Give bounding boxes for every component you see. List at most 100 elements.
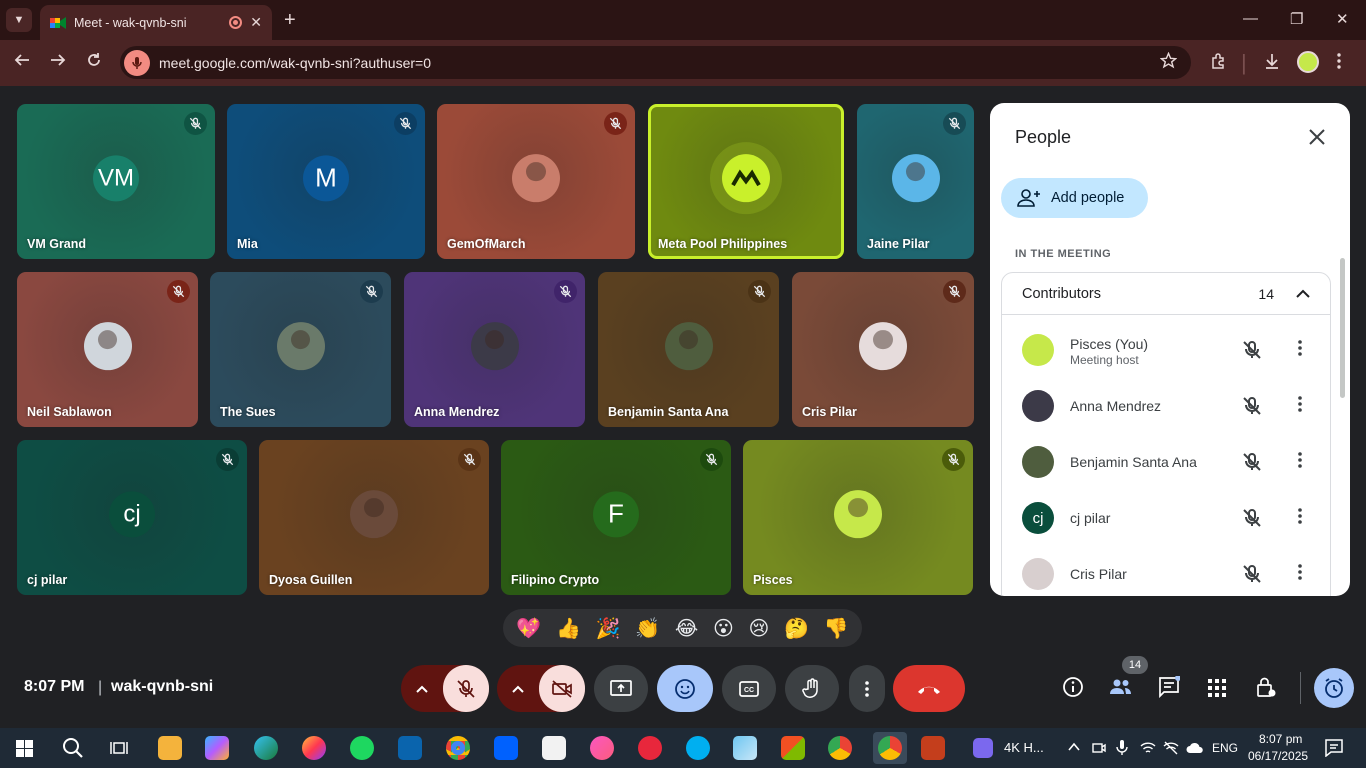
extensions-puzzle-icon[interactable]	[1210, 52, 1228, 70]
camera-tray-icon[interactable]	[1092, 740, 1106, 756]
windows-start-icon[interactable]	[16, 740, 33, 757]
reaction-emoji-button[interactable]: 🤔	[784, 616, 809, 641]
participant-tile[interactable]: Neil Sablawon	[17, 272, 198, 427]
file-explorer-icon[interactable]	[158, 736, 182, 760]
participant-row[interactable]: Benjamin Santa Ana	[1002, 434, 1332, 490]
language-indicator[interactable]: ENG	[1212, 741, 1238, 755]
participant-tile[interactable]: F Filipino Crypto	[501, 440, 731, 595]
reactions-button[interactable]	[657, 665, 713, 712]
participant-tile[interactable]: VM VM Grand	[17, 104, 215, 259]
chrome-active-window[interactable]	[873, 732, 907, 764]
reaction-emoji-button[interactable]: 😢	[749, 616, 770, 641]
participant-tile[interactable]: GemOfMarch	[437, 104, 635, 259]
chevron-up-icon[interactable]	[1068, 742, 1080, 752]
reaction-emoji-button[interactable]: 👏	[635, 616, 660, 641]
participant-tile[interactable]: Meta Pool Philippines	[648, 104, 844, 259]
back-arrow-icon[interactable]	[14, 52, 30, 68]
task-view-icon[interactable]	[110, 739, 128, 757]
participant-more-icon[interactable]	[1298, 451, 1302, 474]
taskbar-clock-time[interactable]: 8:07 pm	[1259, 732, 1302, 746]
microphone-in-use-icon[interactable]	[124, 49, 150, 76]
camera-off-button[interactable]	[539, 665, 585, 712]
reload-icon[interactable]	[86, 52, 102, 68]
more-options-button[interactable]	[849, 665, 885, 712]
participant-row[interactable]: cj cj pilar	[1002, 490, 1332, 546]
download-icon[interactable]	[1263, 52, 1281, 70]
chat-icon[interactable]	[1158, 676, 1180, 698]
microphone-tray-icon[interactable]	[1116, 739, 1128, 756]
chrome-icon[interactable]	[446, 736, 470, 760]
wifi-icon[interactable]	[1140, 741, 1156, 755]
pinned-window-label[interactable]: 4K H...	[1004, 740, 1044, 755]
participant-tile[interactable]: Pisces	[743, 440, 973, 595]
audio-options-chevron-icon[interactable]	[401, 685, 443, 693]
participant-tile[interactable]: Jaine Pilar	[857, 104, 974, 259]
close-tab-icon[interactable]: ✕	[250, 14, 262, 31]
participant-tile[interactable]: Cris Pilar	[792, 272, 974, 427]
participant-more-icon[interactable]	[1298, 339, 1302, 362]
restore-window-button[interactable]: ❐	[1290, 10, 1303, 28]
minimize-window-button[interactable]: —	[1243, 10, 1258, 27]
onedrive-cloud-icon[interactable]	[1186, 742, 1204, 754]
address-bar[interactable]: meet.google.com/wak-qvnb-sni?authuser=0	[120, 46, 1191, 79]
new-tab-button[interactable]: +	[284, 9, 296, 32]
reaction-emoji-button[interactable]: 💖	[516, 616, 541, 641]
panel-scrollbar[interactable]	[1340, 258, 1345, 398]
profile-avatar[interactable]	[1297, 51, 1319, 73]
close-panel-icon[interactable]	[1308, 128, 1326, 146]
people-icon[interactable]	[1109, 677, 1133, 697]
participant-more-icon[interactable]	[1298, 563, 1302, 586]
participant-row[interactable]: Anna Mendrez	[1002, 378, 1332, 434]
participant-tile[interactable]: The Sues	[210, 272, 391, 427]
notification-center-icon[interactable]	[1325, 739, 1343, 757]
participant-row[interactable]: Cris Pilar	[1002, 546, 1332, 596]
captions-button[interactable]: CC	[722, 665, 776, 712]
add-people-button[interactable]: Add people	[1001, 178, 1148, 218]
media-player-icon[interactable]	[638, 736, 662, 760]
microsoft-store-icon[interactable]	[781, 736, 805, 760]
forward-arrow-icon[interactable]	[50, 52, 66, 68]
contributors-header[interactable]: Contributors 14	[1002, 273, 1330, 315]
amazon-icon[interactable]	[542, 736, 566, 760]
chevron-up-icon[interactable]	[1296, 289, 1310, 298]
spotify-icon[interactable]	[350, 736, 374, 760]
edge-browser-icon[interactable]	[254, 736, 278, 760]
browser-menu-icon[interactable]	[1336, 52, 1342, 70]
taskbar-clock-date[interactable]: 06/17/2025	[1248, 749, 1308, 763]
outlook-icon[interactable]	[398, 736, 422, 760]
reaction-emoji-button[interactable]: 😂	[675, 616, 698, 641]
participant-tile[interactable]: Benjamin Santa Ana	[598, 272, 779, 427]
close-window-button[interactable]: ✕	[1336, 10, 1349, 28]
url-text[interactable]: meet.google.com/wak-qvnb-sni?authuser=0	[159, 55, 431, 71]
meeting-details-info-icon[interactable]	[1062, 676, 1084, 698]
firefox-icon[interactable]	[302, 736, 326, 760]
search-icon[interactable]	[62, 737, 84, 759]
app-icon[interactable]	[733, 736, 757, 760]
participant-more-icon[interactable]	[1298, 395, 1302, 418]
reaction-emoji-button[interactable]: 👍	[556, 616, 581, 641]
host-controls-lock-icon[interactable]	[1255, 676, 1277, 698]
apple-music-icon[interactable]	[590, 736, 614, 760]
present-screen-button[interactable]	[594, 665, 648, 712]
participant-tile[interactable]: Anna Mendrez	[404, 272, 585, 427]
browser-tab-meet[interactable]: Meet - wak-qvnb-sni ✕	[40, 5, 272, 40]
participant-row[interactable]: Pisces (You) Meeting host	[1002, 322, 1332, 378]
microphone-off-button[interactable]	[443, 665, 489, 712]
chrome-profile-icon[interactable]	[828, 736, 852, 760]
participant-tile[interactable]: M Mia	[227, 104, 425, 259]
meeting-timer-button[interactable]	[1314, 668, 1354, 708]
skype-icon[interactable]	[686, 736, 710, 760]
copilot-icon[interactable]	[205, 736, 229, 760]
video-app-icon[interactable]	[973, 738, 993, 758]
participant-tile[interactable]: cj cj pilar	[17, 440, 247, 595]
reaction-emoji-button[interactable]: 🎉	[596, 616, 621, 641]
activities-grid-icon[interactable]	[1207, 678, 1227, 698]
participant-more-icon[interactable]	[1298, 507, 1302, 530]
powerpoint-icon[interactable]	[921, 736, 945, 760]
reaction-emoji-button[interactable]: 👎	[824, 616, 849, 641]
reaction-emoji-button[interactable]: 😮	[713, 616, 734, 641]
video-options-chevron-icon[interactable]	[497, 685, 539, 693]
tab-search-button[interactable]: ▼	[6, 8, 32, 32]
participant-tile[interactable]: Dyosa Guillen	[259, 440, 489, 595]
bookmark-star-icon[interactable]	[1160, 52, 1177, 69]
